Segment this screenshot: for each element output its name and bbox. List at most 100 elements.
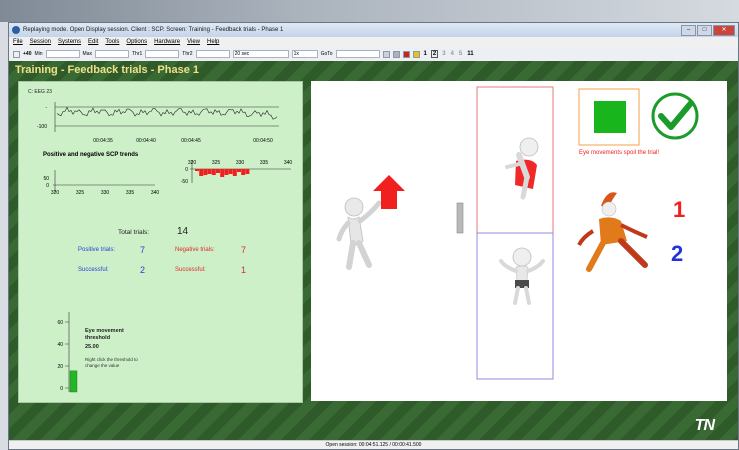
record-icon[interactable] xyxy=(402,50,410,58)
menu-tools[interactable]: Tools xyxy=(105,37,119,47)
thr2-label: Thr2 xyxy=(182,51,193,57)
thr1-label: Thr1 xyxy=(132,51,143,57)
goto-field[interactable] xyxy=(335,50,380,58)
total-trials-value: 14 xyxy=(177,226,189,237)
signal-xtick: 00:04:45 xyxy=(181,138,201,144)
training-screen: Training - Feedback trials - Phase 1 C: … xyxy=(9,61,738,441)
neg-trend-ytick: 0 xyxy=(185,167,188,173)
menu-edit[interactable]: Edit xyxy=(88,37,98,47)
negative-successful-label: Successful: xyxy=(175,267,206,273)
min-field[interactable] xyxy=(45,50,80,58)
menu-options[interactable]: Options xyxy=(126,37,147,47)
positive-target-box xyxy=(476,86,554,234)
menu-view[interactable]: View xyxy=(187,37,200,47)
pos-trend-ytick: 50 xyxy=(43,176,49,182)
company-logo: TN xyxy=(694,417,715,435)
neg-trend-bar xyxy=(207,169,212,174)
standing-figure-illustration xyxy=(499,247,545,305)
session-time: Open session: 00:04:51.125 / 00:00:41.50… xyxy=(325,442,422,448)
negative-trials-label: Negative trials: xyxy=(175,247,215,253)
neg-trend-xtick: 330 xyxy=(236,160,245,166)
positive-trial-number: 1 xyxy=(673,197,686,222)
threshold-tick-label: 40 xyxy=(57,342,63,348)
success-square xyxy=(594,101,626,133)
neg-trend-bar xyxy=(237,169,241,172)
pos-trend-xtick: 335 xyxy=(126,190,135,196)
positive-successful-value: 2 xyxy=(140,265,146,275)
speed-select[interactable]: 1x xyxy=(291,50,318,58)
signal-ytick-bottom: -100 xyxy=(37,124,47,130)
pos-trend-xtick: 325 xyxy=(76,190,85,196)
max-field[interactable] xyxy=(95,50,129,58)
close-icon[interactable]: ✕ xyxy=(713,25,735,36)
max-label: Max xyxy=(82,51,92,57)
app-window: Replaying mode. Open Display session. Cl… xyxy=(8,22,739,450)
desktop-background xyxy=(0,0,739,22)
goto-label: GoTo xyxy=(320,51,333,57)
neg-trend-bar xyxy=(241,169,246,175)
menu-bar: File Session Systems Edit Tools Options … xyxy=(9,37,738,47)
layout-button[interactable]: 11 xyxy=(466,51,474,57)
page-1[interactable]: 1 xyxy=(423,51,428,57)
signal-and-trend-plots: - -100 00:04:35 00:04:40 00:04:45 00:04:… xyxy=(37,102,293,393)
threshold-tick-label: 20 xyxy=(57,364,63,370)
threshold-hint: Right click the threshold to change the … xyxy=(85,357,138,368)
negative-trials-value: 7 xyxy=(241,245,247,255)
neg-trend-xtick: 340 xyxy=(284,160,293,166)
minimize-icon[interactable]: – xyxy=(681,25,696,36)
thr2-field[interactable] xyxy=(195,50,230,58)
page-5[interactable]: 5 xyxy=(458,51,463,57)
signal-xtick: 00:04:50 xyxy=(253,138,273,144)
menu-file[interactable]: File xyxy=(13,37,23,47)
signal-xtick: 00:04:35 xyxy=(93,138,113,144)
pointing-figure-illustration xyxy=(336,197,382,270)
maximize-icon[interactable]: □ xyxy=(697,25,712,36)
feedback-stats-panel: C: EEG 23 - -100 00:04:35 00:04:40 00:04… xyxy=(18,81,303,403)
feedback-display: Eye movements spoil the trial! 1 2 xyxy=(311,81,727,401)
neg-trend-bar xyxy=(211,169,216,175)
page-3[interactable]: 3 xyxy=(441,51,446,57)
window-controls: – □ ✕ xyxy=(681,25,735,36)
threshold-level-bar[interactable] xyxy=(69,370,78,393)
time-window-select[interactable]: 20 sec xyxy=(232,50,289,58)
feedback-graphics xyxy=(336,86,699,380)
rewind-icon[interactable] xyxy=(382,50,390,58)
min-label: Min xyxy=(34,51,43,57)
negative-successful-value: 1 xyxy=(241,265,247,275)
neg-trend-bar xyxy=(228,169,233,174)
pos-trend-xtick: 330 xyxy=(101,190,110,196)
pause-icon[interactable] xyxy=(412,50,420,58)
menu-hardware[interactable]: Hardware xyxy=(154,37,180,47)
check-icon xyxy=(651,92,699,140)
pos-trend-xtick: 340 xyxy=(151,190,160,196)
negative-trial-number: 2 xyxy=(671,241,684,266)
threshold-tick-label: 0 xyxy=(60,386,63,392)
eeg-trace xyxy=(56,106,278,120)
screen-title: Training - Feedback trials - Phase 1 xyxy=(15,64,200,76)
neg-trend-bar xyxy=(224,169,229,175)
title-bar: Replaying mode. Open Display session. Cl… xyxy=(9,23,738,37)
pos-trend-xtick: 320 xyxy=(51,190,60,196)
page-2[interactable]: 2 xyxy=(430,50,439,58)
neg-trend-bar xyxy=(203,169,208,175)
logo-text: TN xyxy=(694,417,715,434)
stop-icon[interactable] xyxy=(392,50,400,58)
neg-trend-bar xyxy=(216,169,220,173)
neg-trend-bar xyxy=(195,169,199,171)
menu-help[interactable]: Help xyxy=(207,37,219,47)
superhero-figure-illustration xyxy=(505,137,539,200)
scale-icon[interactable] xyxy=(13,50,20,58)
feedback-cursor-bar xyxy=(456,202,464,234)
toolbar: +40 Min Max Thr1 Thr2 20 sec 1x GoTo 1 2… xyxy=(9,47,738,62)
signal-xtick: 00:04:40 xyxy=(136,138,156,144)
menu-systems[interactable]: Systems xyxy=(58,37,81,47)
pos-trend-ytick: 0 xyxy=(46,183,49,189)
menu-session[interactable]: Session xyxy=(30,37,51,47)
neg-trend-ytick: -50 xyxy=(181,179,188,185)
jester-illustration xyxy=(577,192,648,272)
signal-ytick-top: - xyxy=(45,105,47,111)
thr1-field[interactable] xyxy=(145,50,180,58)
page-4[interactable]: 4 xyxy=(450,51,455,57)
neg-trend-bar xyxy=(245,169,250,174)
neg-trend-bar xyxy=(232,169,237,176)
